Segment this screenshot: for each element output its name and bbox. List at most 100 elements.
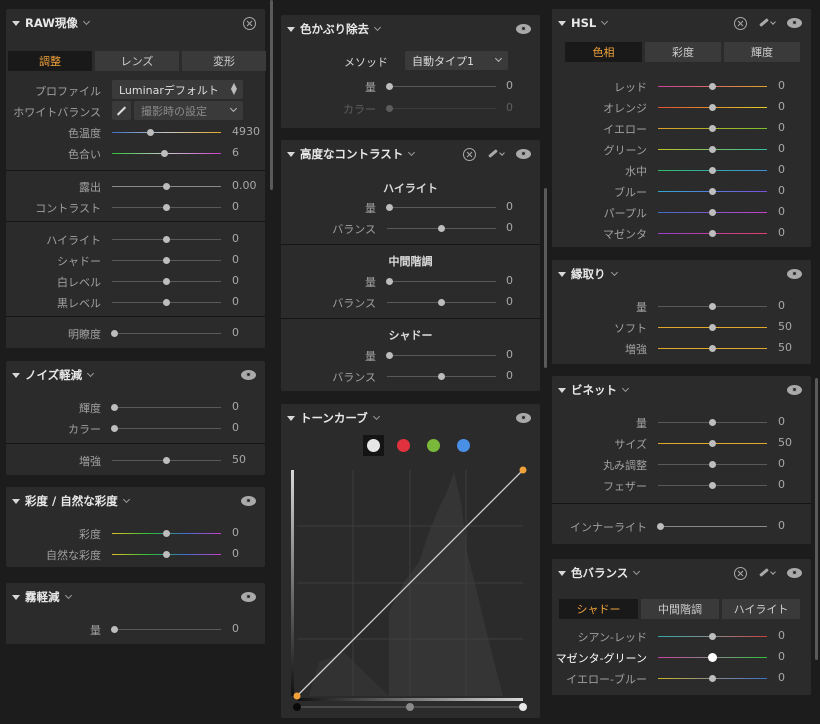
clarity-track[interactable] — [112, 333, 221, 334]
levels-black-point[interactable] — [293, 703, 301, 711]
ac-m-amount-track[interactable] — [387, 281, 496, 282]
eyedropper-icon[interactable] — [112, 101, 131, 120]
eye-icon[interactable] — [787, 18, 802, 28]
highlights-knob[interactable] — [163, 236, 170, 243]
ac-h-amount-knob[interactable] — [386, 204, 393, 211]
blacks-knob[interactable] — [163, 299, 170, 306]
edge-amount-knob[interactable] — [709, 303, 716, 310]
brush-icon[interactable] — [757, 567, 777, 579]
hsl-row-value[interactable]: 0 — [778, 205, 785, 218]
highlights-value[interactable]: 0 — [232, 232, 239, 245]
noise-luma-value[interactable]: 0 — [232, 400, 239, 413]
ac-s-balance-knob[interactable] — [438, 373, 445, 380]
eye-icon[interactable] — [516, 149, 531, 159]
ac-s-balance-value[interactable]: 0 — [506, 369, 513, 382]
tab-transform[interactable]: 変形 — [182, 51, 266, 71]
collapse-triangle-icon[interactable] — [12, 594, 20, 600]
reset-icon[interactable] — [734, 16, 747, 30]
eye-icon[interactable] — [516, 413, 531, 423]
edge-amount-value[interactable]: 0 — [778, 299, 785, 312]
noise-luma-knob[interactable] — [111, 404, 118, 411]
vig-inner-track[interactable] — [658, 526, 767, 527]
wb-select[interactable]: 撮影時の設定 — [134, 101, 243, 120]
curve-point-black[interactable] — [293, 692, 301, 700]
chevron-down-icon[interactable] — [610, 268, 618, 277]
noise-color-track[interactable] — [112, 428, 221, 429]
edge-panel-header[interactable]: 縁取り — [552, 260, 811, 288]
collapse-triangle-icon[interactable] — [558, 271, 566, 277]
vib-knob[interactable] — [163, 551, 170, 558]
collapse-triangle-icon[interactable] — [12, 498, 20, 504]
cc-amount-value[interactable]: 0 — [506, 79, 513, 92]
tab-luminance[interactable]: 輝度 — [724, 42, 800, 62]
shadows-value[interactable]: 0 — [232, 253, 239, 266]
cc-color-knob[interactable] — [386, 105, 393, 112]
cb-cr-knob[interactable] — [709, 633, 716, 640]
chevron-down-icon[interactable] — [408, 148, 416, 157]
dehaze-value[interactable]: 0 — [232, 622, 239, 635]
chevron-down-icon[interactable] — [82, 17, 90, 26]
ac-h-balance-value[interactable]: 0 — [506, 221, 513, 234]
eye-icon[interactable] — [241, 496, 256, 506]
reset-icon[interactable] — [243, 16, 256, 30]
ac-m-balance-knob[interactable] — [438, 299, 445, 306]
levels-mid-point[interactable] — [406, 703, 414, 711]
vignette-panel-header[interactable]: ビネット — [552, 376, 811, 404]
chevron-down-icon[interactable] — [87, 369, 95, 378]
curve-point-white[interactable] — [519, 466, 527, 474]
clarity-value[interactable]: 0 — [232, 326, 239, 339]
tonecurve-panel-header[interactable]: トーンカーブ — [281, 404, 540, 432]
eye-icon[interactable] — [516, 24, 531, 34]
colorbalance-panel-header[interactable]: 色バランス — [552, 559, 811, 587]
tab-highlights[interactable]: ハイライト — [722, 599, 800, 619]
whites-value[interactable]: 0 — [232, 274, 239, 287]
dehaze-knob[interactable] — [111, 626, 118, 633]
hsl-row-knob[interactable] — [709, 188, 716, 195]
ac-h-balance-knob[interactable] — [438, 225, 445, 232]
chevron-down-icon[interactable] — [621, 384, 630, 393]
noise-boost-knob[interactable] — [163, 457, 170, 464]
ac-s-amount-track[interactable] — [387, 355, 496, 356]
advcontrast-panel-header[interactable]: 高度なコントラスト — [281, 140, 540, 168]
channel-green-button[interactable] — [423, 435, 444, 456]
levels-white-point[interactable] — [519, 703, 527, 711]
chevron-down-icon[interactable] — [122, 495, 130, 504]
cb-mg-value[interactable]: 0 — [778, 650, 785, 663]
noise-luma-track[interactable] — [112, 407, 221, 408]
reset-icon[interactable] — [463, 147, 476, 161]
collapse-triangle-icon[interactable] — [287, 26, 295, 32]
sat-knob[interactable] — [163, 530, 170, 537]
colorcast-panel-header[interactable]: 色かぶり除去 — [281, 15, 540, 43]
raw-panel-header[interactable]: RAW現像 — [6, 9, 265, 37]
brush-icon[interactable] — [486, 148, 506, 160]
vig-size-knob[interactable] — [709, 440, 716, 447]
hsl-row-value[interactable]: 0 — [778, 184, 785, 197]
hsl-row-knob[interactable] — [709, 230, 716, 237]
contrast-value[interactable]: 0 — [232, 200, 239, 213]
sat-value[interactable]: 0 — [232, 526, 239, 539]
tab-adjust[interactable]: 調整 — [8, 51, 92, 71]
edge-soft-value[interactable]: 50 — [778, 320, 792, 333]
temp-value[interactable]: 4930 — [232, 125, 260, 138]
hsl-row-knob[interactable] — [709, 167, 716, 174]
collapse-triangle-icon[interactable] — [558, 387, 566, 393]
temp-knob[interactable] — [147, 129, 154, 136]
exposure-value[interactable]: 0.00 — [232, 179, 257, 192]
blacks-value[interactable]: 0 — [232, 295, 239, 308]
dehaze-panel-header[interactable]: 霧軽減 — [6, 583, 265, 611]
cc-color-value[interactable]: 0 — [506, 101, 513, 114]
collapse-triangle-icon[interactable] — [12, 20, 20, 26]
tone-curve-graph[interactable] — [289, 462, 535, 714]
ac-s-amount-knob[interactable] — [386, 352, 393, 359]
vig-round-value[interactable]: 0 — [778, 457, 785, 470]
edge-boost-knob[interactable] — [709, 345, 716, 352]
vig-amount-value[interactable]: 0 — [778, 415, 785, 428]
collapse-triangle-icon[interactable] — [558, 20, 566, 26]
ac-h-amount-track[interactable] — [387, 207, 496, 208]
hsl-row-value[interactable]: 0 — [778, 226, 785, 239]
shadows-knob[interactable] — [163, 257, 170, 264]
hsl-row-value[interactable]: 0 — [778, 79, 785, 92]
reset-icon[interactable] — [734, 566, 747, 580]
tab-lens[interactable]: レンズ — [95, 51, 179, 71]
hsl-row-knob[interactable] — [709, 209, 716, 216]
